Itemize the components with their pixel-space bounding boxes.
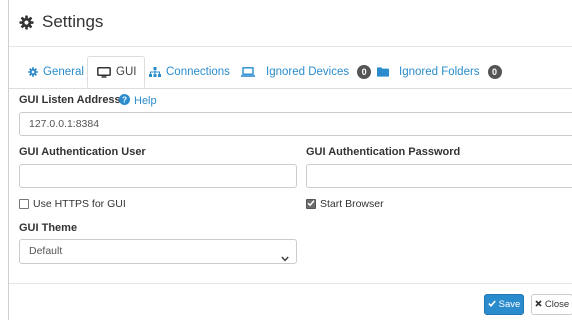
sitemap-icon bbox=[149, 67, 161, 77]
close-button[interactable]: Close bbox=[531, 294, 572, 315]
check-icon bbox=[487, 299, 496, 310]
tab-general[interactable]: General bbox=[28, 56, 84, 88]
auth-password-label: GUI Authentication Password bbox=[306, 146, 461, 158]
dialog-header: Settings bbox=[9, 0, 572, 47]
checkbox-box[interactable] bbox=[19, 199, 29, 209]
gui-theme-label: GUI Theme bbox=[19, 222, 78, 234]
settings-dialog: Settings General GUI Connections Ignored… bbox=[8, 0, 572, 320]
folder-icon bbox=[377, 67, 389, 77]
listen-address-label: GUI Listen Address bbox=[19, 94, 121, 106]
save-label: Save bbox=[498, 299, 521, 310]
footer-divider bbox=[9, 283, 572, 284]
tab-gui[interactable]: GUI bbox=[87, 56, 146, 88]
chevron-down-icon bbox=[281, 248, 289, 271]
tab-label: Connections bbox=[166, 66, 230, 78]
question-circle-icon: ? bbox=[119, 94, 130, 108]
svg-text:?: ? bbox=[122, 95, 127, 104]
auth-user-input[interactable] bbox=[19, 164, 297, 188]
check-icon bbox=[307, 198, 315, 210]
checkbox-checked[interactable] bbox=[306, 199, 316, 209]
tab-label: Ignored Folders bbox=[399, 66, 480, 78]
auth-password-input[interactable] bbox=[306, 164, 572, 188]
start-browser-checkbox[interactable]: Start Browser bbox=[306, 198, 384, 210]
settings-tabs: General GUI Connections Ignored Devices … bbox=[9, 56, 572, 89]
gui-theme-value: Default bbox=[29, 245, 63, 257]
gear-icon bbox=[28, 67, 38, 77]
use-https-label: Use HTTPS for GUI bbox=[33, 198, 126, 210]
tab-label: General bbox=[43, 66, 84, 78]
laptop-icon bbox=[241, 67, 255, 77]
help-link[interactable]: ? Help bbox=[119, 94, 157, 108]
gear-icon bbox=[19, 15, 34, 30]
tab-ignored-devices[interactable]: Ignored Devices 0 bbox=[241, 56, 372, 88]
desktop-icon bbox=[97, 66, 111, 78]
count-badge: 0 bbox=[487, 65, 502, 79]
tab-ignored-folders[interactable]: Ignored Folders 0 bbox=[377, 56, 502, 88]
help-label: Help bbox=[134, 95, 157, 107]
close-icon bbox=[535, 299, 542, 310]
tab-label: GUI bbox=[116, 66, 137, 78]
start-browser-label: Start Browser bbox=[320, 198, 384, 210]
count-badge: 0 bbox=[357, 65, 372, 79]
close-label: Close bbox=[544, 299, 570, 310]
tab-label: Ignored Devices bbox=[266, 66, 350, 78]
gui-theme-select[interactable]: Default bbox=[19, 239, 297, 264]
tab-connections[interactable]: Connections bbox=[149, 56, 230, 88]
save-button[interactable]: Save bbox=[484, 294, 524, 315]
listen-address-input[interactable]: 127.0.0.1:8384 bbox=[19, 112, 572, 136]
use-https-checkbox[interactable]: Use HTTPS for GUI bbox=[19, 198, 126, 210]
auth-user-label: GUI Authentication User bbox=[19, 146, 146, 158]
dialog-title: Settings bbox=[42, 12, 104, 31]
